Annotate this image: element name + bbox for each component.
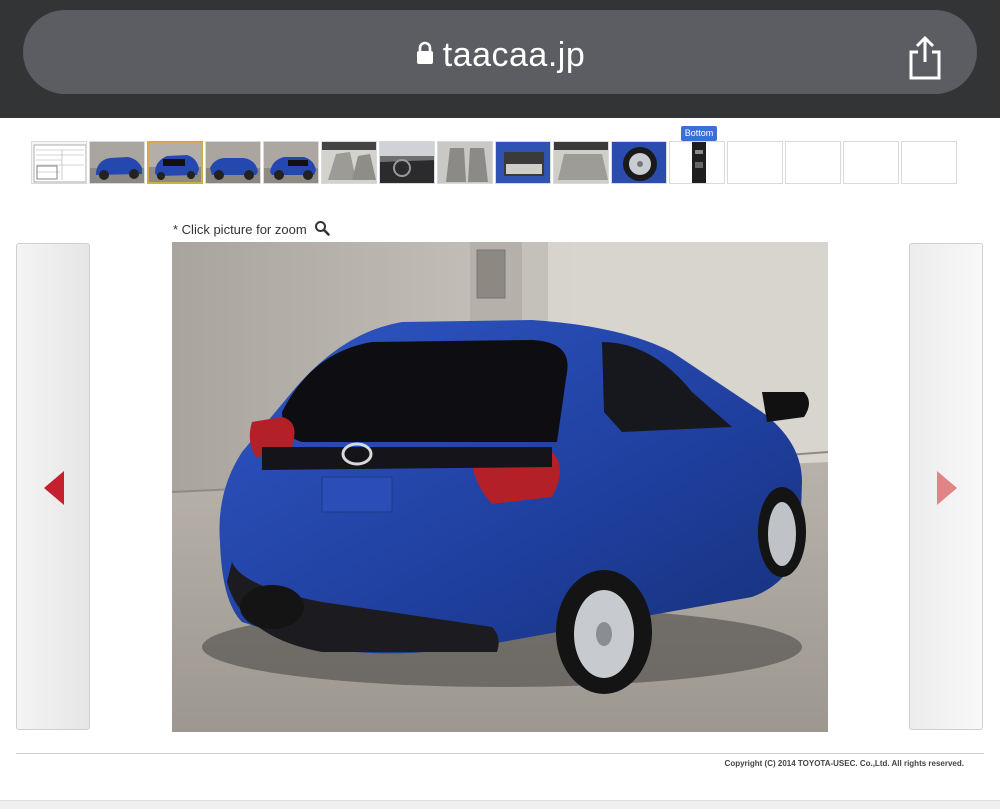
thumbnail-empty — [901, 141, 957, 184]
main-car-photo[interactable] — [172, 242, 828, 732]
prev-photo-button[interactable] — [16, 243, 90, 730]
arrow-left-icon — [44, 471, 64, 505]
address-bar[interactable]: taacaa.jp — [23, 10, 977, 94]
thumbnail-front-left[interactable] — [89, 141, 145, 184]
arrow-right-icon — [937, 471, 957, 505]
magnifier-icon — [314, 220, 331, 239]
zoom-hint: * Click picture for zoom — [173, 220, 331, 240]
url-display[interactable]: taacaa.jp — [23, 36, 977, 77]
thumbnail-empty — [843, 141, 899, 184]
thumbnail-rear-right[interactable] — [147, 141, 203, 184]
lock-icon — [415, 35, 435, 74]
thumbnail-dashboard[interactable] — [379, 141, 435, 184]
footer-divider — [16, 753, 984, 754]
share-icon[interactable] — [905, 34, 945, 85]
thumbnail-trunk[interactable] — [495, 141, 551, 184]
browser-toolbar: taacaa.jp — [0, 0, 1000, 118]
thumbnail-rear-left[interactable] — [263, 141, 319, 184]
thumbnail-wheel[interactable] — [611, 141, 667, 184]
thumbnail-interior-front[interactable] — [321, 141, 377, 184]
thumbnail-inspection-sheet[interactable] — [31, 141, 87, 184]
thumbnail-rear-seats[interactable] — [553, 141, 609, 184]
thumbnail-front-right[interactable] — [205, 141, 261, 184]
copyright-text: Copyright (C) 2014 TOYOTA-USEC. Co.,Ltd.… — [724, 759, 964, 768]
next-photo-button[interactable] — [909, 243, 983, 730]
bottom-tab[interactable]: Bottom — [681, 126, 717, 141]
thumbnail-empty — [785, 141, 841, 184]
thumbnail-seats[interactable] — [437, 141, 493, 184]
thumbnail-underside[interactable] — [669, 141, 725, 184]
zoom-hint-text: * Click picture for zoom — [173, 221, 307, 237]
thumbnail-strip — [31, 141, 970, 186]
url-text: taacaa.jp — [442, 36, 586, 74]
thumbnail-empty — [727, 141, 783, 184]
